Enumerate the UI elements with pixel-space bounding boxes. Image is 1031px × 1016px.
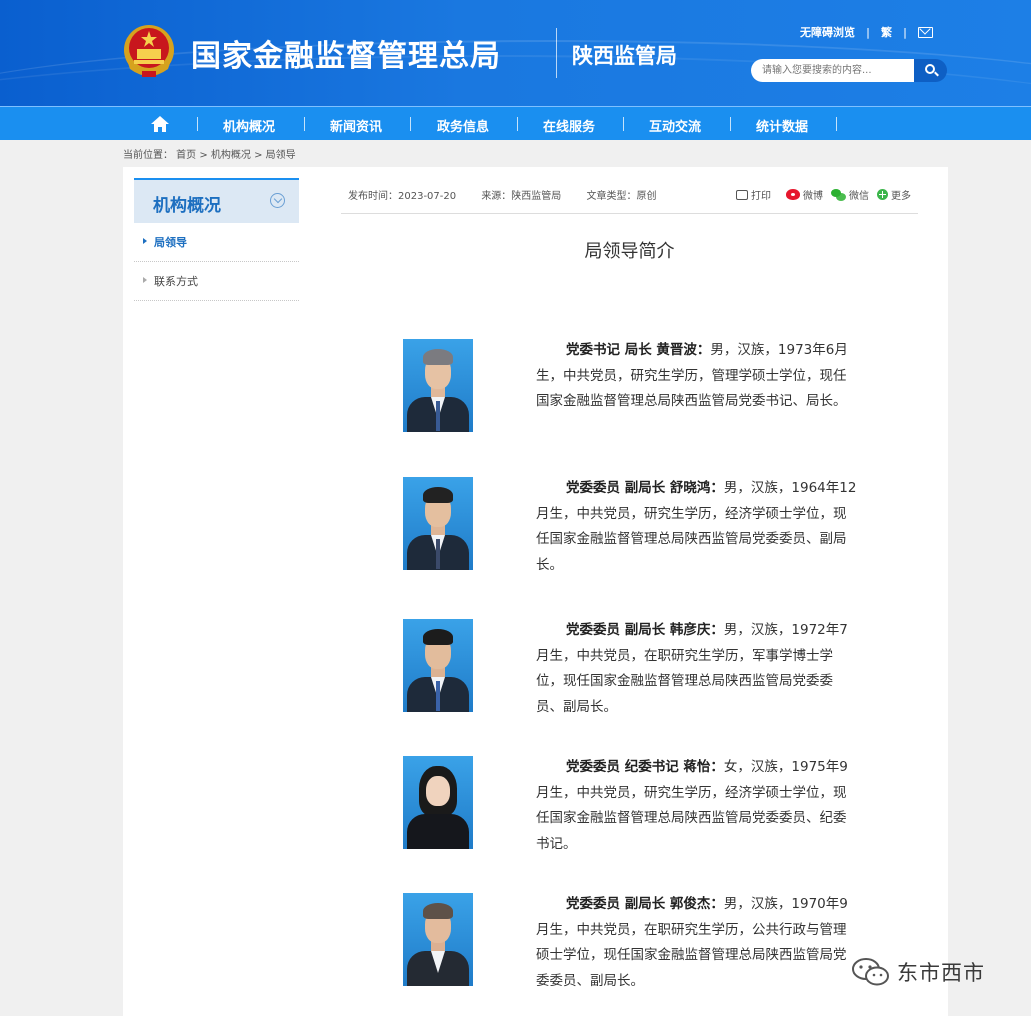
share-weibo-button[interactable]: 微博 [786, 187, 823, 202]
leader-photo [403, 477, 473, 570]
leader-photo [403, 339, 473, 432]
leader-bio: 党委委员 副局长 舒晓鸿：男，汉族，1964年12月生，中共党员，研究生学历，经… [536, 476, 858, 578]
leader-title: 党委委员 副局长 郭俊杰： [566, 896, 724, 912]
site-subtitle: 陕西监管局 [572, 44, 677, 68]
leader-title: 党委委员 副局长 韩彦庆： [566, 622, 724, 638]
leader-bio: 党委书记 局长 黄晋波：男，汉族，1973年6月生，中共党员，研究生学历，管理学… [536, 338, 858, 415]
top-link-separator: | [903, 25, 908, 39]
breadcrumb: 当前位置： 首页 > 机构概况 > 局领导 [123, 150, 296, 161]
sidebar-item-label: 局领导 [154, 236, 187, 249]
publish-time: 发布时间：2023-07-20 [348, 191, 457, 202]
leader-bio: 党委委员 副局长 郭俊杰：男，汉族，1970年9月生，中共党员，在职研究生学历，… [536, 892, 858, 994]
leader-bio: 党委委员 副局长 韩彦庆：男，汉族，1972年7月生，中共党员，在职研究生学历，… [536, 618, 858, 720]
article-source: 来源：陕西监管局 [481, 191, 562, 202]
share-wechat-button[interactable]: 微信 [831, 187, 869, 202]
article-meta: 发布时间：2023-07-20 来源：陕西监管局 文章类型：原创 [348, 187, 657, 202]
wechat-label: 微信 [849, 191, 869, 202]
leader-title: 党委书记 局长 黄晋波： [566, 342, 711, 358]
leader-photo [403, 893, 473, 986]
national-emblem-icon [124, 25, 174, 77]
weibo-label: 微博 [803, 191, 823, 202]
weibo-icon [786, 189, 800, 200]
leader-title: 党委委员 副局长 舒晓鸿： [566, 480, 724, 496]
top-link-separator: | [866, 25, 871, 39]
leader-title: 党委委员 纪委书记 蒋怡： [566, 759, 724, 775]
traditional-chinese-link[interactable]: 繁 [881, 24, 892, 40]
article-type: 文章类型：原创 [586, 191, 657, 202]
site-header: 国家金融监督管理总局 陕西监管局 无障碍浏览 | 繁 | [0, 0, 1031, 106]
arrow-right-icon [143, 277, 147, 283]
article-title: 局领导简介 [584, 241, 675, 262]
nav-item-about[interactable]: 机构概况 [223, 116, 275, 135]
sidebar-item-label: 联系方式 [154, 275, 198, 288]
wechat-watermark-icon [852, 958, 889, 986]
arrow-right-icon [143, 238, 147, 244]
home-icon[interactable] [150, 115, 170, 133]
search-button[interactable] [914, 59, 947, 82]
watermark: 东市西市 [851, 956, 985, 988]
chevron-down-icon[interactable] [270, 193, 285, 208]
print-button[interactable]: 打印 [736, 187, 771, 202]
nav-item-government-info[interactable]: 政务信息 [437, 116, 489, 135]
nav-item-statistics[interactable]: 统计数据 [756, 116, 808, 135]
accessible-browse-link[interactable]: 无障碍浏览 [800, 24, 855, 40]
leader-bio: 党委委员 纪委书记 蒋怡：女，汉族，1975年9月生，中共党员，研究生学历，经济… [536, 755, 858, 857]
plus-icon [877, 189, 888, 200]
mail-icon[interactable] [918, 26, 934, 38]
sidebar-header: 机构概况 [134, 178, 299, 223]
nav-item-online-service[interactable]: 在线服务 [543, 116, 595, 135]
search-input[interactable] [751, 59, 914, 82]
divider [341, 213, 918, 214]
sidebar-title: 机构概况 [153, 196, 221, 216]
nav-item-interaction[interactable]: 互动交流 [649, 116, 701, 135]
top-links: 无障碍浏览 | 繁 | [800, 24, 934, 40]
title-divider [556, 28, 557, 78]
share-more-button[interactable]: 更多 [877, 187, 911, 202]
leader-photo [403, 756, 473, 849]
leader-photo [403, 619, 473, 712]
watermark-text: 东市西市 [897, 961, 985, 985]
printer-icon [736, 189, 748, 200]
site-title: 国家金融监督管理总局 [191, 39, 501, 74]
sidebar-item-contact[interactable]: 联系方式 [134, 262, 299, 301]
more-label: 更多 [891, 191, 911, 202]
wechat-icon [831, 188, 846, 201]
print-label: 打印 [751, 191, 771, 202]
nav-item-news[interactable]: 新闻资讯 [330, 116, 382, 135]
main-nav: 机构概况 新闻资讯 政务信息 在线服务 互动交流 统计数据 [0, 106, 1031, 140]
sidebar-item-leaders[interactable]: 局领导 [134, 223, 299, 262]
